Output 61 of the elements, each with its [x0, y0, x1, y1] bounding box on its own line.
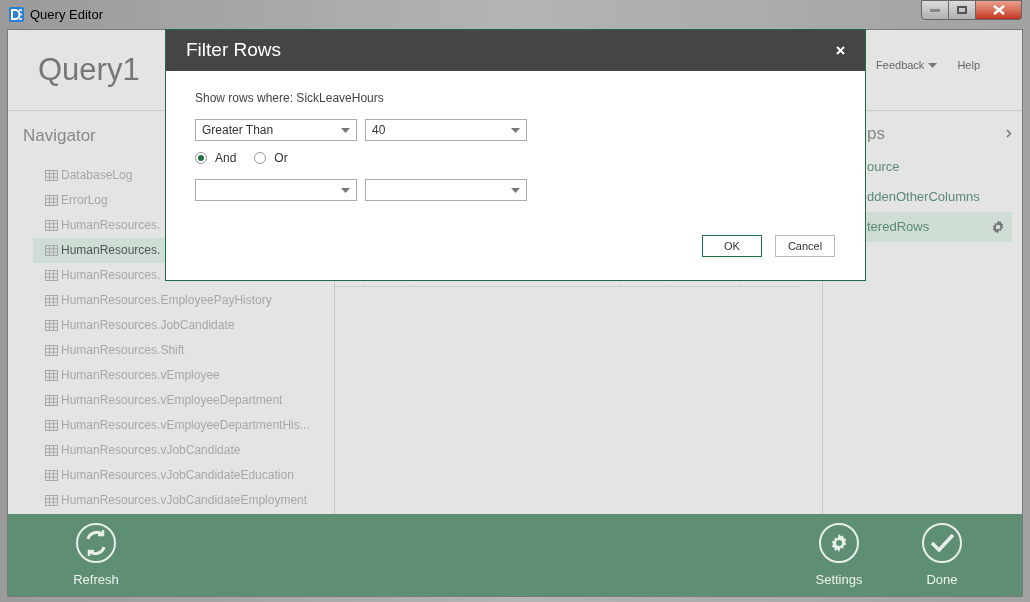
refresh-icon	[76, 523, 116, 563]
navigator-item[interactable]: ErrorLog	[33, 187, 330, 213]
filter-prompt: Show rows where: SickLeaveHours	[195, 90, 385, 107]
table-icon	[45, 394, 58, 406]
table-icon	[45, 444, 58, 456]
table-icon	[45, 244, 58, 256]
navigator-item[interactable]: HumanResources.EmployeePayHistory	[33, 287, 330, 313]
table-icon	[45, 219, 58, 231]
toolbar-button[interactable]: Refresh	[56, 523, 136, 590]
chevron-right-icon[interactable]	[1006, 129, 1012, 139]
steps-title: ps	[867, 123, 885, 145]
caret-icon	[511, 127, 520, 133]
radio-button[interactable]	[195, 152, 207, 164]
table-icon	[45, 494, 58, 506]
navigator-item[interactable]: HumanResources.Shift	[33, 337, 330, 363]
dropdown[interactable]	[365, 179, 527, 201]
dropdown[interactable]: Greater Than	[195, 119, 357, 141]
caret-icon	[928, 62, 938, 68]
radio-button[interactable]	[254, 152, 267, 164]
table-icon	[45, 469, 58, 481]
close-icon[interactable]	[836, 46, 845, 55]
app-logo-icon	[8, 6, 25, 23]
maximize-button[interactable]	[949, 0, 976, 20]
navigator-item[interactable]: HumanResources.vJobCandidateEmployment	[33, 487, 330, 513]
table-icon	[45, 344, 58, 356]
navigator-item[interactable]: HumanResources.	[33, 212, 330, 238]
navigator-item[interactable]: HumanResources.vEmployee	[33, 362, 330, 388]
help-link[interactable]: Help	[957, 56, 980, 74]
close-icon	[992, 5, 1005, 15]
navigator-title: Navigator	[23, 125, 96, 147]
table-icon	[45, 194, 58, 206]
navigator-item[interactable]: HumanResources.JobCandidate	[33, 312, 330, 338]
table-icon	[45, 419, 58, 431]
table-icon	[45, 369, 58, 381]
dropdown[interactable]	[195, 179, 357, 201]
settings-icon[interactable]	[990, 218, 1006, 235]
ok-button[interactable]: OK	[702, 235, 762, 257]
table-icon	[45, 294, 58, 306]
checkmark-icon	[922, 523, 962, 563]
settings-icon	[819, 523, 859, 563]
navigator-item[interactable]: HumanResources.vEmployeeDepartmentHis...	[33, 412, 330, 438]
window-title: Query Editor	[30, 5, 103, 24]
table-icon	[45, 269, 58, 281]
table-icon	[45, 169, 58, 181]
navigator-item[interactable]: HumanResources.vJobCandidateEducation	[33, 462, 330, 488]
minimize-button[interactable]	[921, 0, 949, 20]
navigator-item[interactable]: HumanResources.vJobCandidate	[33, 437, 330, 463]
navigator-item[interactable]: HumanResources.vEmployeeDepartment	[33, 387, 330, 413]
close-button[interactable]	[976, 0, 1022, 20]
toolbar-button[interactable]: Done	[902, 523, 982, 590]
feedback-menu[interactable]: Feedback	[876, 56, 938, 74]
caret-icon	[341, 127, 350, 133]
cancel-button[interactable]: Cancel	[775, 235, 835, 257]
toolbar-button[interactable]: Settings	[799, 523, 879, 590]
caret-icon	[511, 187, 520, 193]
dropdown[interactable]: 40	[365, 119, 527, 141]
table-icon	[45, 319, 58, 331]
caret-icon	[341, 187, 350, 193]
query-title: Query1	[38, 50, 140, 89]
navigator-item[interactable]: HumanResources.	[33, 262, 330, 288]
dialog-title: Filter Rows	[186, 38, 281, 63]
